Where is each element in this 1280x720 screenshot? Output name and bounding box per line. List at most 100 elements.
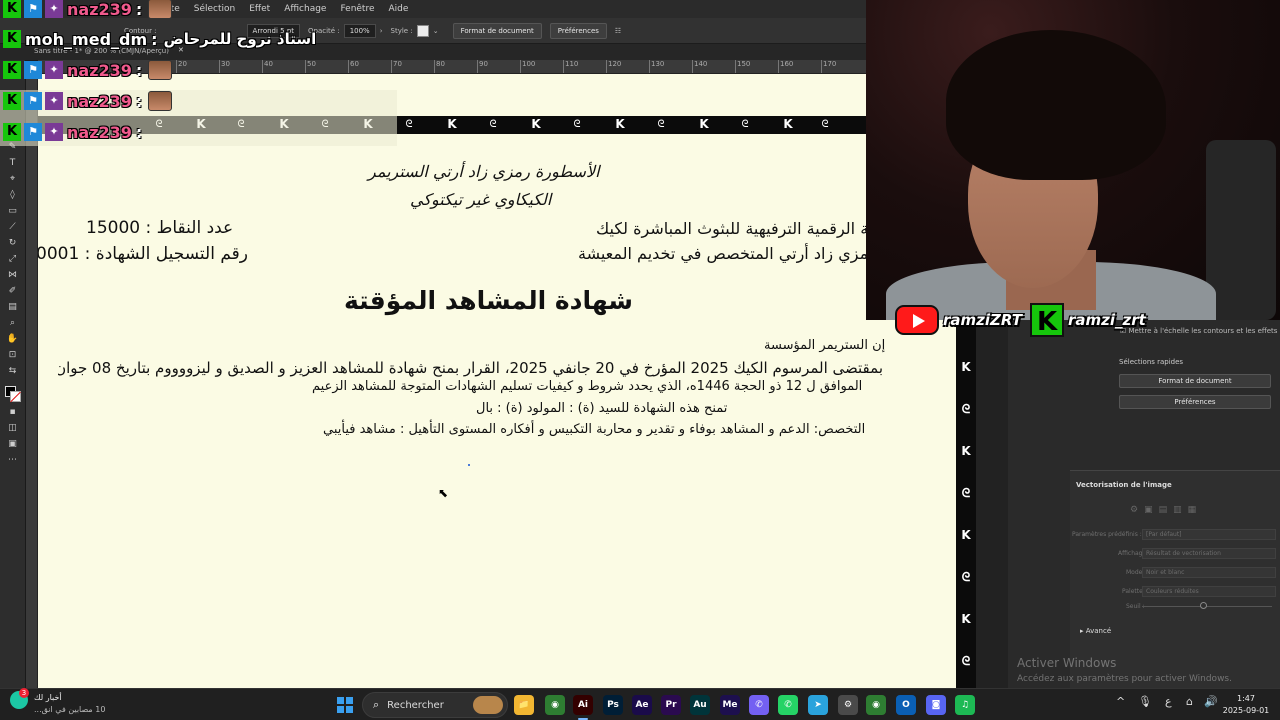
gift-badge-icon: ✦ bbox=[45, 92, 63, 110]
body-line-3: الموافق ل 12 ذو الحجة 1446ه، الذي يحدد ش… bbox=[312, 379, 863, 394]
taskbar-app-chrome2[interactable]: ◉ bbox=[866, 695, 886, 715]
system-clock[interactable]: 1:47 2025-09-01 bbox=[1220, 693, 1272, 717]
eyedropper-icon[interactable]: ⟋ bbox=[6, 222, 20, 233]
color-mode-icon[interactable]: ▪ bbox=[6, 407, 20, 418]
news-icon: 3 bbox=[10, 688, 29, 709]
body-line-4: تمنح هذه الشهادة للسيد (ة) : المولود (ة)… bbox=[476, 401, 728, 416]
news-title: أخبار لك bbox=[34, 693, 62, 702]
menu-selection[interactable]: Sélection bbox=[194, 4, 235, 14]
taskbar-app-photoshop[interactable]: Ps bbox=[603, 695, 623, 715]
taskbar-app-premiere[interactable]: Pr bbox=[661, 695, 681, 715]
artboard-tool-icon[interactable]: ⊡ bbox=[6, 350, 20, 361]
direct-select-icon[interactable]: ⌖ bbox=[6, 174, 20, 185]
quick-actions-heading: Sélections rapides bbox=[1119, 358, 1184, 366]
panel-preferences-button[interactable]: Préférences bbox=[1119, 395, 1271, 409]
screen: Texte Sélection Effet Affichage Fenêtre … bbox=[0, 0, 1280, 720]
taskbar-app-settings[interactable]: ⚙ bbox=[838, 695, 858, 715]
preferences-button[interactable]: Préférences bbox=[549, 22, 607, 39]
trace-preset-select[interactable]: [Par défaut] bbox=[1142, 529, 1276, 540]
scale-tool-icon[interactable]: ⤢ bbox=[6, 254, 20, 265]
chevron-down-icon[interactable]: ⌄ bbox=[433, 27, 439, 35]
search-icon: ⌕ bbox=[373, 698, 380, 711]
panel-doc-format-button[interactable]: Format de document bbox=[1119, 374, 1271, 388]
taskbar-app-audition[interactable]: Au bbox=[690, 695, 710, 715]
taskbar-app-viber[interactable]: ✆ bbox=[749, 695, 769, 715]
tray-overflow-icon[interactable]: ^ bbox=[1116, 695, 1125, 708]
taskbar-search[interactable]: ⌕ Rechercher bbox=[362, 692, 508, 718]
menu-view[interactable]: Affichage bbox=[284, 4, 326, 14]
more-tools-icon[interactable]: ⋯ bbox=[6, 455, 20, 466]
vertical-ruler[interactable] bbox=[26, 74, 38, 688]
taskbar-app-files[interactable]: 📁 bbox=[514, 695, 534, 715]
eraser-icon[interactable]: ◊ bbox=[6, 190, 20, 201]
news-subtitle: 10 مصابين في انق... bbox=[34, 705, 106, 714]
rotate-tool-icon[interactable]: ↻ bbox=[6, 238, 20, 249]
taskbar-app-aftereffects[interactable]: Ae bbox=[632, 695, 652, 715]
fill-stroke-swatch[interactable] bbox=[4, 386, 21, 402]
org-line1: دية الرقمية الترفيهية للبثوث المباشرة لك… bbox=[596, 219, 866, 238]
gradient-tool-icon[interactable]: ▤ bbox=[6, 302, 20, 313]
menu-effect[interactable]: Effet bbox=[249, 4, 270, 14]
search-placeholder: Rechercher bbox=[387, 699, 444, 711]
threshold-slider[interactable] bbox=[1142, 606, 1272, 607]
ruler-tick: 50 bbox=[305, 60, 316, 73]
opacity-input[interactable]: 100% bbox=[343, 23, 376, 38]
brush-tool-icon[interactable]: ✐ bbox=[6, 286, 20, 297]
draw-mode-icon[interactable]: ◫ bbox=[6, 423, 20, 434]
zoom-tool-icon[interactable]: ⌕ bbox=[6, 318, 20, 329]
trace-view-select[interactable]: Résultat de vectorisation bbox=[1142, 548, 1276, 559]
screen-mode-icon[interactable]: ▣ bbox=[6, 439, 20, 450]
search-highlight-image bbox=[473, 696, 503, 714]
trace-preset-icons[interactable]: ⚙▣▤▥▦ bbox=[1130, 505, 1202, 515]
ruler-tick: 40 bbox=[262, 60, 273, 73]
chat-message-text: استاذ نروح للمرحاض bbox=[163, 30, 317, 48]
strip-k-icon: K bbox=[961, 528, 971, 542]
arrange-icon[interactable]: ☷ bbox=[615, 27, 621, 35]
menu-window[interactable]: Fenêtre bbox=[340, 4, 374, 14]
taskbar-app-chrome[interactable]: ◉ bbox=[545, 695, 565, 715]
doc-format-button[interactable]: Format de document bbox=[452, 22, 542, 39]
volume-icon[interactable]: 🔊 bbox=[1204, 695, 1218, 708]
rectangle-tool-icon[interactable]: ▭ bbox=[6, 206, 20, 217]
type-tool-icon[interactable]: T bbox=[6, 158, 20, 169]
ruler-tick: 140 bbox=[691, 60, 708, 73]
taskbar-app-discord[interactable]: ◙ bbox=[926, 695, 946, 715]
network-icon[interactable]: ⌂ bbox=[1186, 695, 1193, 708]
taskbar-app-telegram[interactable]: ➤ bbox=[808, 695, 828, 715]
start-button[interactable] bbox=[337, 697, 353, 713]
kick-badge-icon: K bbox=[3, 30, 21, 48]
trace-palette-select[interactable]: Couleurs réduites bbox=[1142, 586, 1276, 597]
taskbar-app-illustrator[interactable]: Ai bbox=[573, 695, 593, 720]
microphone-icon[interactable]: 🎙 bbox=[1138, 695, 1152, 708]
language-indicator[interactable]: ع bbox=[1165, 695, 1172, 708]
news-widget[interactable]: 3 أخبار لك 10 مصابين في انق... bbox=[10, 688, 105, 714]
clock-date: 2025-09-01 bbox=[1222, 706, 1270, 715]
social-handles-overlay: ramziZRT K ramzi_zrt bbox=[895, 303, 1235, 337]
hand-tool-icon[interactable]: ✋ bbox=[6, 334, 20, 345]
ruler-tick: 100 bbox=[519, 60, 536, 73]
taskbar-app-spotify[interactable]: ♫ bbox=[955, 695, 975, 715]
advanced-toggle[interactable]: ▸ Avancé bbox=[1080, 627, 1111, 635]
youtube-icon bbox=[895, 305, 939, 335]
certificate-title: شهادة المشاهد المؤقتة bbox=[344, 286, 633, 315]
taskbar-app-outlook[interactable]: O bbox=[896, 695, 916, 715]
trace-mode-select[interactable]: Noir et blanc bbox=[1142, 567, 1276, 578]
chat-message: K ⚑ ✦ naz239 : bbox=[0, 58, 173, 82]
style-swatch[interactable] bbox=[416, 24, 429, 37]
chevron-right-icon[interactable]: › bbox=[380, 27, 383, 35]
body-line-1: إن الستريمر المؤسسة bbox=[764, 338, 886, 353]
chat-username: naz239 bbox=[67, 122, 132, 142]
threshold-slider-handle[interactable] bbox=[1200, 602, 1207, 609]
stroke-color[interactable] bbox=[9, 391, 21, 402]
subscriber-badge-icon: ⚑ bbox=[24, 92, 42, 110]
points-label: عدد النقاط : 15000 bbox=[86, 218, 234, 238]
chat-username: naz239 bbox=[67, 91, 132, 111]
swap-colors-icon[interactable]: ⇆ bbox=[6, 366, 20, 377]
menu-help[interactable]: Aide bbox=[389, 4, 409, 14]
taskbar-app-mediaencoder[interactable]: Me bbox=[720, 695, 740, 715]
ruler-tick: 160 bbox=[777, 60, 794, 73]
opacity-control: Opacité : 100% › bbox=[308, 23, 383, 38]
taskbar-app-whatsapp[interactable]: ✆ bbox=[778, 695, 798, 715]
blend-tool-icon[interactable]: ⋈ bbox=[6, 270, 20, 281]
banner-k-icon: K bbox=[783, 117, 793, 131]
